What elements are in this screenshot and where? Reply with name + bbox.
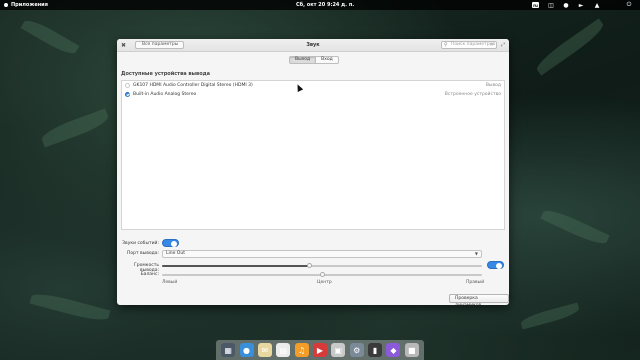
tab-input[interactable]: Вход	[315, 56, 339, 64]
balance-left-label: Левый	[162, 280, 178, 285]
music-icon[interactable]: ♫	[294, 343, 309, 357]
device-name: Built-in Audio Analog Stereo	[133, 92, 197, 97]
chevron-down-icon: ▼	[474, 251, 478, 256]
wallpaper-leaf	[533, 18, 607, 76]
wallpaper-leaf	[540, 205, 610, 249]
search-icon: ⚲	[444, 42, 448, 48]
photos-icon[interactable]: ▣	[331, 343, 346, 357]
balance-slider[interactable]	[162, 272, 482, 277]
device-radio[interactable]	[125, 83, 130, 88]
videos-icon[interactable]: ▶	[312, 343, 327, 357]
wallpaper-leaf	[20, 15, 80, 59]
wallpaper-leaf	[29, 289, 111, 325]
calendar-icon[interactable]: ▤	[276, 343, 291, 357]
device-name: GK107 HDMI Audio Controller Digital Ster…	[133, 83, 253, 88]
mail-icon[interactable]: ✉	[257, 343, 272, 357]
switch-knob	[171, 240, 177, 247]
system-settings-icon[interactable]: ⚙	[349, 343, 364, 357]
test-speakers-button[interactable]: Проверка динамиков...	[449, 294, 509, 305]
devices-section-title: Доступные устройства вывода	[121, 71, 211, 77]
panel-clock[interactable]: Сб, окт 20 9:24 д. п.	[296, 2, 354, 8]
titlebar: ✖ Все параметры Звук ⚲ Поиск параметров …	[117, 39, 509, 52]
device-radio-selected[interactable]	[125, 92, 130, 97]
output-input-switcher: Выход Вход	[289, 56, 339, 64]
dock: ▦ ● ✉ ▤ ♫ ▶ ▣ ⚙ ▮ ◆ ■	[216, 340, 424, 360]
applications-label: Приложения	[11, 2, 48, 8]
device-row-builtin[interactable]: Built-in Audio Analog Stereo Встроенное …	[122, 90, 504, 99]
sound-settings-window: ✖ Все параметры Звук ⚲ Поиск параметров …	[117, 39, 509, 305]
device-meta: Встроенное устройство	[444, 92, 501, 97]
search-input[interactable]: ⚲ Поиск параметров ×	[441, 41, 497, 49]
multitasking-view-icon[interactable]: ▦	[221, 343, 236, 357]
microphone-icon[interactable]: ●	[562, 1, 570, 9]
balance-label: Баланс:	[140, 272, 159, 277]
power-icon[interactable]: ⏻	[625, 1, 633, 9]
web-browser-icon[interactable]: ●	[239, 343, 254, 357]
port-select[interactable]: Line Out ▼	[162, 250, 482, 258]
network-icon[interactable]: ▲	[593, 1, 601, 9]
balance-right-label: Правый	[466, 280, 485, 285]
search-placeholder: Поиск параметров	[451, 42, 496, 47]
clear-icon[interactable]: ×	[490, 42, 494, 48]
port-label: Порт вывода:	[126, 251, 159, 256]
balance-slider-handle[interactable]	[319, 272, 325, 277]
app-center-icon[interactable]: ◆	[386, 343, 401, 357]
wallpaper-leaf	[39, 108, 111, 148]
balance-center-label: Центр	[317, 280, 332, 285]
top-panel: Приложения Сб, окт 20 9:24 д. п. ru ◫ ● …	[0, 0, 640, 10]
applications-icon	[4, 3, 8, 7]
wallpaper-leaf	[519, 302, 581, 330]
maximize-icon[interactable]: ⤢	[501, 42, 505, 48]
volume-slider[interactable]	[162, 263, 482, 268]
tab-output[interactable]: Выход	[289, 56, 316, 64]
event-sounds-label: Звуки событий:	[122, 241, 159, 246]
files-icon[interactable]: ■	[404, 343, 419, 357]
event-sounds-switch[interactable]	[162, 239, 179, 247]
notifications-icon[interactable]: ◫	[547, 1, 555, 9]
volume-slider-fill	[162, 265, 310, 267]
applications-menu[interactable]: Приложения	[4, 2, 48, 8]
keyboard-layout-icon[interactable]: ru	[532, 2, 539, 8]
volume-slider-handle[interactable]	[306, 263, 312, 268]
terminal-icon[interactable]: ▮	[368, 343, 383, 357]
output-device-list: GK107 HDMI Audio Controller Digital Ster…	[121, 80, 505, 230]
device-meta: Вывод	[485, 83, 501, 88]
switch-knob	[496, 262, 502, 269]
port-value: Line Out	[166, 251, 185, 256]
volume-icon[interactable]: ►	[577, 1, 585, 9]
device-row-hdmi[interactable]: GK107 HDMI Audio Controller Digital Ster…	[122, 81, 504, 90]
volume-mute-switch[interactable]	[487, 261, 504, 269]
